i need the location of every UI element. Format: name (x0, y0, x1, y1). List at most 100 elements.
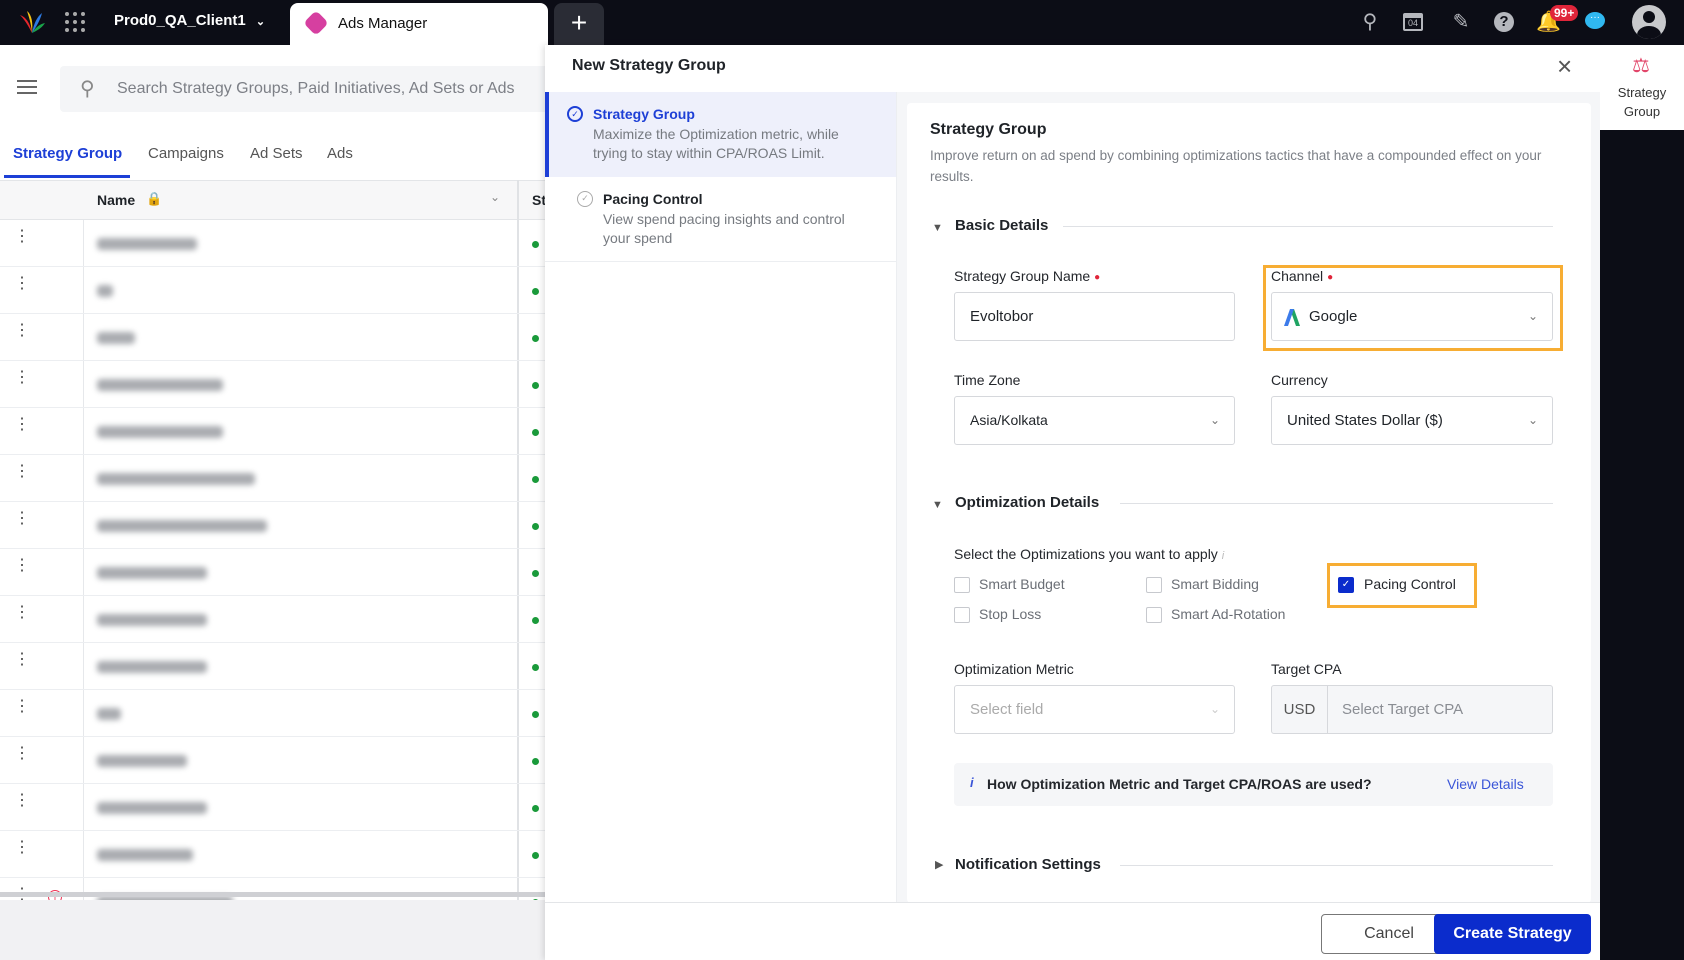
nav-title: Strategy Group (593, 106, 695, 122)
new-tab-button[interactable]: + (554, 3, 604, 45)
pacing-control-checkbox[interactable]: ✓ (1338, 577, 1354, 593)
table-row[interactable]: ⋮ (0, 361, 545, 408)
smart-bidding-label[interactable]: Smart Bidding (1171, 576, 1259, 592)
table-row[interactable]: ⋮ (0, 408, 545, 455)
target-cpa-input[interactable]: USD Select Target CPA (1271, 685, 1553, 734)
table-row[interactable]: ⋮ (0, 549, 545, 596)
tab-ads-manager[interactable]: Ads Manager (290, 3, 548, 45)
card-description: Improve return on ad spend by combining … (930, 148, 1542, 184)
logo-icon[interactable] (18, 9, 46, 35)
smart-ad-rotation-checkbox[interactable] (1146, 607, 1162, 623)
horizontal-scrollbar[interactable] (0, 892, 545, 897)
status-dot (532, 241, 539, 248)
status-dot (532, 429, 539, 436)
table-row[interactable]: ⋮ (0, 502, 545, 549)
table-row[interactable]: ⋮ (0, 784, 545, 831)
kebab-menu-icon[interactable]: ⋮ (14, 746, 30, 762)
info-banner: i How Optimization Metric and Target CPA… (954, 763, 1553, 806)
smart-budget-checkbox[interactable] (954, 577, 970, 593)
table-row[interactable]: ⋮ (0, 455, 545, 502)
pencil-icon[interactable]: ✎ (1449, 10, 1473, 34)
kebab-menu-icon[interactable]: ⋮ (14, 229, 30, 245)
modal-title: New Strategy Group (572, 57, 726, 74)
section-notification-settings[interactable]: Notification Settings (955, 856, 1101, 873)
kebab-menu-icon[interactable]: ⋮ (14, 323, 30, 339)
kebab-menu-icon[interactable]: ⋮ (14, 276, 30, 292)
section-optimization-details[interactable]: Optimization Details (955, 494, 1099, 511)
tab-ad-sets[interactable]: Ad Sets (250, 145, 303, 162)
stop-loss-label[interactable]: Stop Loss (979, 606, 1041, 622)
tab-ads[interactable]: Ads (327, 145, 353, 162)
nav-item-strategy-group[interactable]: ✓ Strategy Group Maximize the Optimizati… (545, 92, 896, 177)
kebab-menu-icon[interactable]: ⋮ (14, 417, 30, 433)
caret-down-icon[interactable]: ▼ (932, 222, 943, 234)
status-dot (532, 805, 539, 812)
create-strategy-button[interactable]: Create Strategy (1434, 914, 1591, 954)
table-row[interactable]: ⋮ (0, 690, 545, 737)
notification-badge: 99+ (1550, 5, 1579, 21)
search-input[interactable]: ⚲ Search Strategy Groups, Paid Initiativ… (60, 66, 560, 112)
chevron-down-icon[interactable]: ⌄ (490, 190, 500, 204)
status-dot (532, 335, 539, 342)
modal-footer: Cancel Create Strategy (545, 902, 1600, 960)
stop-loss-checkbox[interactable] (954, 607, 970, 623)
table-row[interactable]: ⋮ (0, 596, 545, 643)
nav-title: Pacing Control (603, 191, 703, 207)
column-name[interactable]: Name (97, 192, 135, 208)
info-icon: i (970, 775, 974, 790)
caret-down-icon[interactable]: ▼ (932, 499, 943, 511)
section-basic-details[interactable]: Basic Details (955, 217, 1048, 234)
pacing-control-label[interactable]: Pacing Control (1364, 576, 1456, 592)
close-icon[interactable]: × (1557, 51, 1572, 82)
table-row[interactable]: ⋮ (0, 831, 545, 878)
apps-grid-icon[interactable] (65, 12, 85, 32)
currency-select[interactable]: United States Dollar ($) ⌄ (1271, 396, 1553, 445)
table-row[interactable]: ⋮ (0, 267, 545, 314)
timezone-label: Time Zone (954, 372, 1021, 388)
check-circle-icon: ✓ (577, 191, 593, 207)
view-details-link[interactable]: View Details (1447, 776, 1524, 792)
right-rail-strategy-group[interactable]: ⚖ Strategy Group (1600, 45, 1684, 130)
info-icon: i (1221, 550, 1225, 562)
kebab-menu-icon[interactable]: ⋮ (14, 511, 30, 527)
caret-right-icon[interactable]: ▶ (935, 858, 943, 871)
kebab-menu-icon[interactable]: ⋮ (14, 558, 30, 574)
chat-icon[interactable]: ··· (1585, 12, 1605, 29)
optimization-metric-select[interactable]: Select field ⌄ (954, 685, 1235, 734)
channel-label: Channel ● (1271, 268, 1334, 284)
smart-budget-label[interactable]: Smart Budget (979, 576, 1065, 592)
nav-item-pacing-control[interactable]: ✓ Pacing Control View spend pacing insig… (545, 177, 896, 262)
kebab-menu-icon[interactable]: ⋮ (14, 464, 30, 480)
channel-select[interactable]: Google ⌄ (1271, 292, 1553, 341)
avatar-icon[interactable] (1632, 5, 1666, 39)
kebab-menu-icon[interactable]: ⋮ (14, 699, 30, 715)
chevron-down-icon: ⌄ (255, 16, 266, 28)
search-icon[interactable]: ⚲ (1358, 10, 1382, 34)
tab-campaigns[interactable]: Campaigns (148, 145, 224, 162)
table-row[interactable]: ⋮ (0, 737, 545, 784)
redacted-name (97, 567, 207, 579)
kebab-menu-icon[interactable]: ⋮ (14, 605, 30, 621)
strategy-name-input[interactable]: Evoltobor (954, 292, 1235, 341)
smart-bidding-checkbox[interactable] (1146, 577, 1162, 593)
smart-ad-rotation-label[interactable]: Smart Ad-Rotation (1171, 606, 1285, 622)
kebab-menu-icon[interactable]: ⋮ (14, 793, 30, 809)
table-row[interactable]: ⋮ (0, 314, 545, 361)
select-optimizations-label: Select the Optimizations you want to app… (954, 546, 1225, 562)
calendar-icon[interactable]: 04 (1403, 10, 1427, 34)
timezone-select[interactable]: Asia/Kolkata ⌄ (954, 396, 1235, 445)
redacted-name (97, 238, 197, 250)
kebab-menu-icon[interactable]: ⋮ (14, 652, 30, 668)
redacted-name (97, 755, 187, 767)
status-dot (532, 664, 539, 671)
hamburger-menu-icon[interactable] (17, 80, 37, 94)
tab-strategy-group[interactable]: Strategy Group (13, 145, 122, 162)
kebab-menu-icon[interactable]: ⋮ (14, 370, 30, 386)
table-row[interactable]: ⋮ (0, 643, 545, 690)
table-row[interactable]: ⋮ (0, 220, 545, 267)
workspace-switcher[interactable]: Prod0_QA_Client1 ⌄ (114, 12, 265, 29)
column-status[interactable]: St (532, 192, 546, 208)
kebab-menu-icon[interactable]: ⋮ (14, 840, 30, 856)
help-icon[interactable]: ? (1494, 12, 1514, 32)
strategy-list-pane: ⚲ Search Strategy Groups, Paid Initiativ… (0, 45, 560, 960)
